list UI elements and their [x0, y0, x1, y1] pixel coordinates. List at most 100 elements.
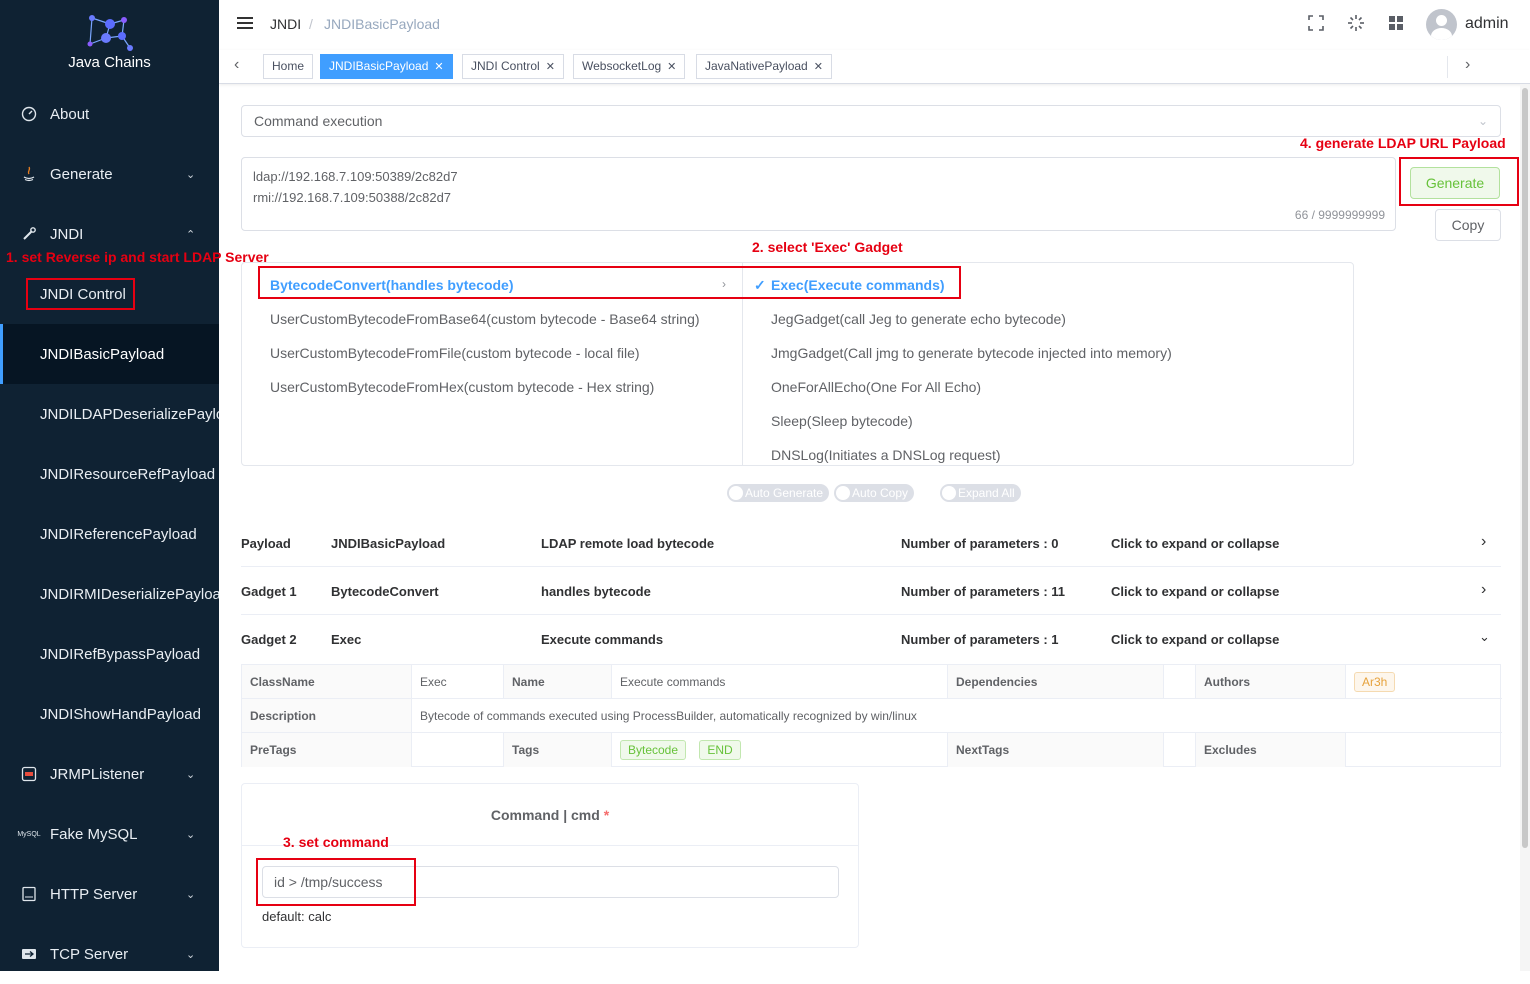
close-icon[interactable]: ✕: [434, 61, 443, 73]
auto-copy-switch[interactable]: Auto Copy: [834, 484, 915, 502]
sidebar-item-jrmplistener[interactable]: JRMPListener ⌄: [0, 744, 219, 804]
sidebar-subitem-jndirmideserializepayload[interactable]: JNDIRMIDeserializePayload: [0, 564, 219, 624]
cascader-option[interactable]: UserCustomBytecodeFromFile(custom byteco…: [270, 336, 640, 370]
chevron-down-icon: ⌄: [1477, 114, 1488, 128]
copy-button[interactable]: Copy: [1435, 209, 1501, 241]
pretags-value: [412, 733, 504, 767]
sidebar-item-fake-mysql[interactable]: MySQL Fake MySQL ⌄: [0, 804, 219, 864]
expand-all-switch[interactable]: Expand All: [940, 484, 1021, 502]
sidebar-item-http-server[interactable]: HTTP Server ⌄: [0, 864, 219, 924]
annotation-box: [26, 278, 135, 310]
row-name: JNDIBasicPayload: [331, 536, 446, 551]
gadget-row[interactable]: Gadget 2 Exec Execute commands Number of…: [241, 615, 1501, 663]
chain-network-icon: [87, 15, 133, 51]
nexttags-value: [1164, 733, 1196, 767]
sidebar-subitem-label: JNDIRMIDeserializePayload: [40, 585, 219, 603]
sidebar-item-label: About: [50, 105, 90, 123]
sidebar-subitem-jndiresourcerefpayload[interactable]: JNDIResourceRefPayload: [0, 444, 219, 504]
payload-type-select[interactable]: Command execution ⌄: [241, 105, 1501, 137]
cascader-option[interactable]: JmgGadget(Call jmg to generate bytecode …: [771, 336, 1172, 370]
loading-spinner-icon[interactable]: [1346, 14, 1366, 34]
close-icon[interactable]: ✕: [546, 61, 555, 73]
authors-value: Ar3h: [1346, 665, 1502, 699]
sidebar-subitem-jndibasicpayload[interactable]: JNDIBasicPayload: [0, 324, 219, 384]
breadcrumb-item[interactable]: JNDI: [270, 16, 301, 32]
tag-chip: END: [699, 740, 741, 760]
row-desc: LDAP remote load bytecode: [541, 536, 715, 551]
user-name[interactable]: admin: [1465, 15, 1509, 33]
sidebar-item-generate[interactable]: Generate ⌄: [0, 144, 219, 204]
cascader-option[interactable]: UserCustomBytecodeFromBase64(custom byte…: [270, 302, 700, 336]
cascader-option[interactable]: JegGadget(call Jeg to generate echo byte…: [771, 302, 1066, 336]
row-kind: Payload: [241, 536, 291, 551]
tab-websocketlog[interactable]: WebsocketLog ✕: [573, 54, 686, 79]
cascader-option[interactable]: UserCustomBytecodeFromHex(custom bytecod…: [270, 370, 654, 404]
sidebar-item-label: JRMPListener: [50, 765, 145, 783]
grid-apps-icon[interactable]: [1386, 14, 1406, 34]
sidebar-subitem-jndireferencepayload[interactable]: JNDIReferencePayload: [0, 504, 219, 564]
gadget-row[interactable]: Gadget 1 BytecodeConvert handles bytecod…: [241, 567, 1501, 615]
java-icon: [21, 166, 37, 182]
author-tag: Ar3h: [1354, 672, 1396, 692]
sidebar-item-label: Fake MySQL: [50, 825, 138, 843]
tab-label: WebsocketLog: [582, 59, 662, 73]
row-desc: Execute commands: [541, 632, 664, 647]
sidebar-subitem-label: JNDIReferencePayload: [40, 525, 197, 543]
chevron-down-icon: ⌄: [1479, 629, 1490, 644]
payload-url-output[interactable]: ldap://192.168.7.109:50389/2c82d7 rmi://…: [241, 157, 1396, 231]
annotation-box: [258, 266, 961, 299]
dashboard-icon: [21, 106, 37, 122]
chevron-left-icon[interactable]: ‹: [234, 56, 239, 74]
chevron-right-icon[interactable]: ›: [1465, 56, 1470, 74]
authors-label: Authors: [1196, 665, 1346, 699]
sidebar-item-about[interactable]: About: [0, 84, 219, 144]
row-params: Number of parameters : 11: [901, 584, 1066, 599]
sidebar-subitem-jndirefbypasspayload[interactable]: JNDIRefBypassPayload: [0, 624, 219, 684]
tab-jndi-control[interactable]: JNDI Control ✕: [462, 54, 564, 79]
sidebar-subitem-jndildapdeserializepayload[interactable]: JNDILDAPDeserializePayload: [0, 384, 219, 444]
payload-row[interactable]: Payload JNDIBasicPayload LDAP remote loa…: [241, 519, 1501, 567]
hamburger-icon[interactable]: [237, 17, 253, 31]
tab-label: Home: [272, 59, 305, 73]
cascader-option[interactable]: OneForAllEcho(One For All Echo): [771, 370, 981, 404]
tags-value: Bytecode END: [612, 733, 948, 767]
tab-jndibasicpayload[interactable]: JNDIBasicPayload ✕: [320, 54, 453, 79]
app-logo[interactable]: Java Chains: [0, 0, 219, 84]
annotation-box: [1399, 157, 1519, 206]
sidebar-item-label: TCP Server: [50, 945, 129, 963]
chevron-down-icon: ⌄: [186, 888, 196, 901]
sidebar-subitem-label: JNDIResourceRefPayload: [40, 465, 216, 483]
tcp-icon: [21, 946, 37, 962]
chevron-down-icon: ⌄: [186, 768, 196, 781]
auto-generate-switch[interactable]: Auto Generate: [727, 484, 830, 502]
fullscreen-icon[interactable]: [1306, 14, 1326, 34]
nexttags-label: NextTags: [948, 733, 1164, 767]
char-counter: 66 / 9999999999: [1294, 208, 1385, 222]
sidebar-item-tcp-server[interactable]: TCP Server ⌄: [0, 924, 219, 984]
scrollbar-thumb[interactable]: [1522, 88, 1528, 848]
avatar[interactable]: [1426, 9, 1457, 40]
tab-home[interactable]: Home: [263, 54, 314, 79]
tag-chip: Bytecode: [620, 740, 687, 760]
close-icon[interactable]: ✕: [667, 61, 676, 73]
classname-value: Exec: [412, 665, 504, 699]
tab-label: JNDIBasicPayload: [329, 59, 429, 73]
payload-type-value: Command execution: [254, 113, 383, 129]
sidebar-subitem-label: JNDIBasicPayload: [40, 345, 165, 363]
cascader-option[interactable]: DNSLog(Initiates a DNSLog request): [771, 438, 1001, 465]
row-kind: Gadget 1: [241, 584, 297, 599]
sidebar-subitem-jndishowhandpayload[interactable]: JNDIShowHandPayload: [0, 684, 219, 744]
required-mark: *: [603, 807, 610, 823]
close-icon[interactable]: ✕: [814, 61, 823, 73]
row-desc: handles bytecode: [541, 584, 651, 599]
gadget-details-table: ClassName Exec Name Execute commands Dep…: [241, 664, 1502, 767]
chevron-down-icon: ⌄: [186, 948, 196, 961]
page-scrollbar[interactable]: [1520, 84, 1530, 971]
sidebar-item-label: Generate: [50, 165, 113, 183]
breadcrumb-current: JNDIBasicPayload: [324, 16, 440, 32]
row-name: BytecodeConvert: [331, 584, 439, 599]
cascader-option[interactable]: Sleep(Sleep bytecode): [771, 404, 913, 438]
top-header: JNDI / JNDIBasicPayload admin: [219, 0, 1530, 50]
mysql-icon: MySQL: [17, 830, 41, 838]
tab-javanativepayload[interactable]: JavaNativePayload ✕: [696, 54, 832, 79]
